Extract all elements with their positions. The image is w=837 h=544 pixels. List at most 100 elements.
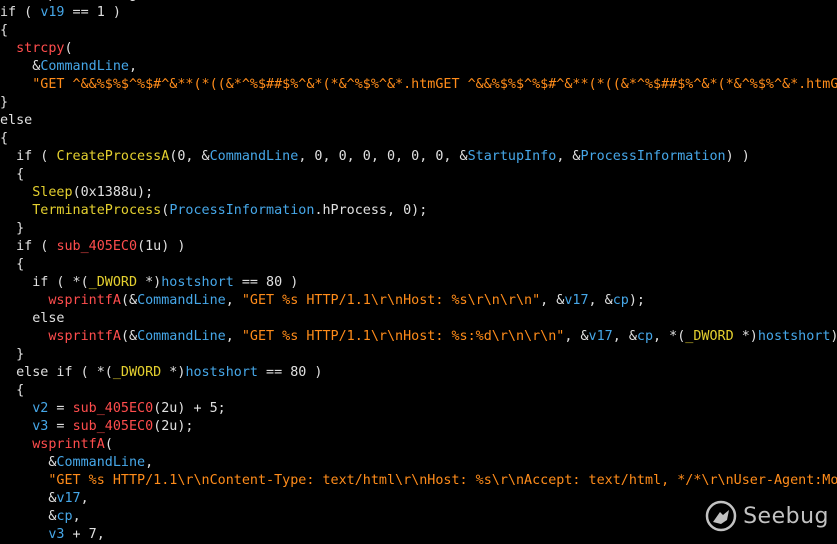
code-token: ( [104,437,113,452]
watermark: Seebug [705,500,829,532]
code-token: , & [556,149,581,164]
code-line: "GET %s HTTP/1.1\r\nContent-Type: text/h… [0,472,837,490]
code-token: v17 [588,329,613,344]
code-line: { [0,166,837,184]
code-token: else if ( *( [0,365,113,380]
code-token: & [0,455,57,470]
code-token: _DWORD [112,365,162,380]
code-token: (1u) ) [137,239,186,254]
code-line: wsprintfA(&CommandLine, "GET %s HTTP/1.1… [0,328,837,346]
code-line: wsprintfA( [0,436,837,454]
code-token: == 80 ) [258,365,323,380]
code-token: .hProcess, 0); [314,203,428,218]
code-token: { [0,167,25,182]
code-token: v3 [32,419,49,434]
code-line: strcpy( [0,40,837,58]
code-token: (0x1388u); [72,185,154,200]
code-token: "GET ^&&%$%$^%$#^&**(*((&*^%$##$%^&*(*&^… [32,77,837,92]
code-token: } [0,95,9,110]
code-line: if ( v19 == 1 ) [0,4,837,22]
code-token: wsprintfA [48,293,121,308]
code-line: if ( CreateProcessA(0, &CommandLine, 0, … [0,148,837,166]
code-line: &CommandLine, [0,454,837,472]
code-token: if ( [0,239,57,254]
code-token: + 7, [64,527,105,542]
code-token: sub_405EC0 [56,239,138,254]
code-token: StartupInfo [467,149,557,164]
code-token: else [0,311,65,326]
code-token: (& [120,329,138,344]
code-token: CommandLine [40,59,129,74]
code-token: sub_405EC0 [72,419,154,434]
code-token: (0, & [169,149,210,164]
code-line: } [0,94,837,112]
code-token: , [80,491,89,506]
code-token: *) [733,329,758,344]
code-token: _DWORD [685,329,734,344]
code-token: , & [588,293,613,308]
code-line: if ( sub_405EC0(1u) ) [0,238,837,256]
code-line: Sleep(0x1388u); [0,184,837,202]
code-token: v19 [40,5,65,20]
code-token: } [0,221,25,236]
code-line: } [0,346,837,364]
code-token: & [0,509,57,524]
code-token: Sleep [32,185,73,200]
code-token: , [129,59,138,74]
code-token: CommandLine [209,149,299,164]
code-token: StartupInfo.wFlags = 1u; [0,0,193,2]
code-line: &CommandLine, [0,58,837,76]
code-token: = [48,419,73,434]
code-token: , [225,329,242,344]
code-token: hostshort [161,275,234,290]
code-token: { [0,257,25,272]
code-token: , [225,293,242,308]
code-token: strcpy [16,41,65,56]
code-token: sub_405EC0 [72,401,154,416]
code-token: if ( [0,5,41,20]
code-line: else [0,112,837,130]
code-token: *) [161,365,186,380]
code-line: { [0,22,837,40]
code-line: if ( *(_DWORD *)hostshort == 80 ) [0,274,837,292]
code-token: ProcessInformation [580,149,726,164]
code-token: = [48,401,73,416]
code-token: ); [628,293,645,308]
code-token: "GET %s HTTP/1.1\r\nHost: %s:%d\r\n\r\n" [241,329,565,344]
code-token: "GET %s HTTP/1.1\r\nContent-Type: text/h… [48,473,837,488]
code-token: & [0,491,57,506]
code-token: CreateProcessA [56,149,170,164]
code-token: cp [56,509,73,524]
code-token: , & [540,293,565,308]
code-token: , [72,509,81,524]
code-token: wsprintfA [32,437,105,452]
code-line: } [0,220,837,238]
code-token: TerminateProcess [32,203,162,218]
code-token: v3 [48,527,65,542]
code-token: CommandLine [56,455,146,470]
code-line: wsprintfA(&CommandLine, "GET %s HTTP/1.1… [0,292,837,310]
code-token: _DWORD [88,275,138,290]
code-token: cp [636,329,654,344]
code-token: ( [64,41,73,56]
code-token: ) ) [725,149,750,164]
code-line: TerminateProcess(ProcessInformation.hPro… [0,202,837,220]
code-token: , & [564,329,589,344]
code-token: , & [612,329,637,344]
code-editor[interactable]: StartupInfo.wFlags = 1u;if ( v19 == 1 ){… [0,0,837,544]
code-line: else if ( *(_DWORD *)hostshort == 80 ) [0,364,837,382]
code-token: v17 [56,491,81,506]
code-line: { [0,382,837,400]
code-token: == 80 ) [233,275,299,290]
code-token: if ( *( [0,275,89,290]
code-token: if ( [0,149,57,164]
code-token: wsprintfA [48,329,121,344]
code-token: , [145,455,154,470]
